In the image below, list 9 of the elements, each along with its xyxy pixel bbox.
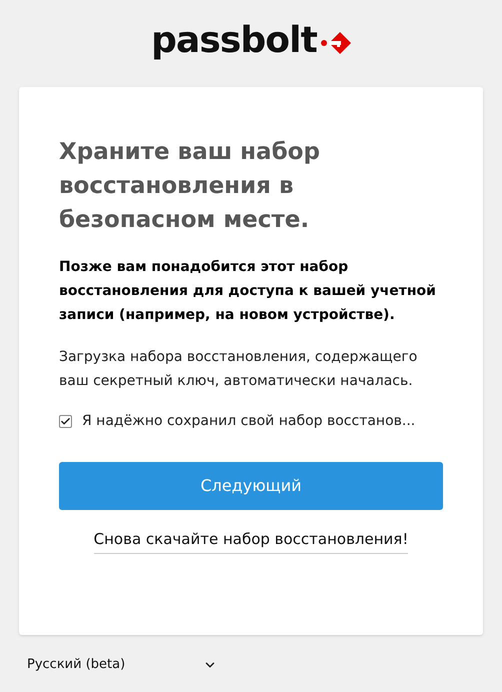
checkbox[interactable] <box>59 415 72 428</box>
logo-icon <box>320 32 351 54</box>
checkbox-label: Я надёжно сохранил свой набор восстанов... <box>82 412 416 431</box>
notice-text: Позже вам понадобится этот набор восстановления для доступа к вашей учетной записи (например, на новом устройстве). <box>59 258 437 325</box>
heading: Храните ваш набор восстановления в безопасном месте. <box>59 138 321 235</box>
language-select[interactable]: Русский (beta) <box>27 655 217 674</box>
download-again-link[interactable]: Снова скачайте набор восстановления! <box>94 528 408 554</box>
logo-text: passbolt <box>151 23 317 63</box>
info-text: Загрузка набора восстановления, содержащего ваш секретный ключ, автоматически началась. <box>59 348 418 391</box>
